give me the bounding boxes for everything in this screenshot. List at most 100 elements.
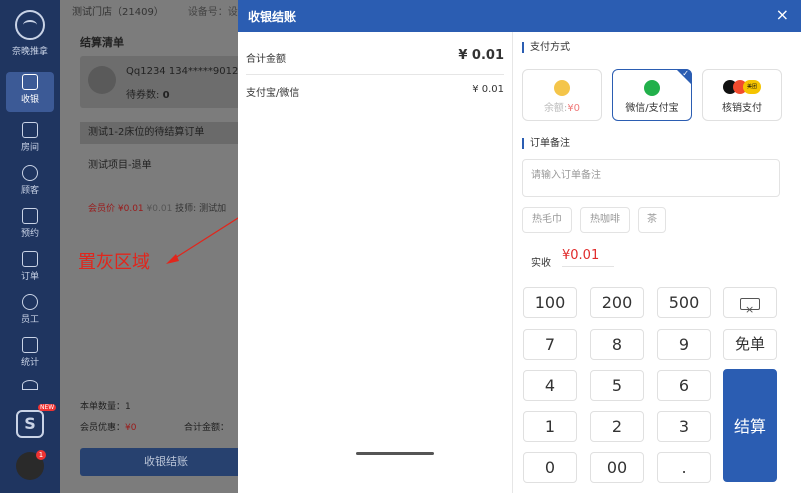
checkout-button: 收银结账 bbox=[80, 448, 252, 476]
key-00[interactable]: 00 bbox=[590, 452, 644, 483]
payment-panel: 支付方式 余额:¥0 ✓ 微信/支付宝 美团 核销支付 订单备注 热毛巾 热咖啡… bbox=[514, 32, 801, 493]
key-6[interactable]: 6 bbox=[657, 370, 711, 401]
section-title: 结算清单 bbox=[80, 36, 124, 49]
sidebar-item-label: 订单 bbox=[20, 272, 39, 282]
store-name: 测试门店（21409） bbox=[72, 7, 164, 18]
tool-icon bbox=[22, 380, 38, 390]
device-id: 设备号：设备 bbox=[187, 7, 240, 18]
backspace-icon bbox=[740, 295, 760, 324]
close-icon[interactable]: × bbox=[776, 6, 789, 24]
total-amount-row: 合计金额 ¥ 0.01 bbox=[246, 48, 504, 65]
balance-pay-button[interactable]: 余额:¥0 bbox=[522, 69, 602, 121]
settle-button[interactable]: 结算 bbox=[723, 369, 777, 482]
key-7[interactable]: 7 bbox=[523, 329, 577, 360]
wechat-alipay-label: 微信/支付宝 bbox=[625, 103, 679, 114]
sidebar-item-reservations[interactable]: 预约 bbox=[6, 206, 54, 246]
dialog-title: 收银结账 bbox=[248, 10, 297, 24]
total-amount-label: 合计金额 bbox=[246, 54, 286, 65]
greyed-background-page: 测试门店（21409） 设备号：设备 结算清单 Qq1234 134*****90… bbox=[60, 0, 252, 493]
pending-order-bar: 测试1-2床位的待结算订单 bbox=[80, 122, 252, 144]
order-remark-title: 订单备注 bbox=[522, 138, 570, 149]
notification-badge: 1 bbox=[36, 450, 46, 460]
sidebar-item-stats[interactable]: 统计 bbox=[6, 335, 54, 375]
member-discount: 会员优惠：¥0 bbox=[80, 423, 137, 433]
home-icon bbox=[22, 122, 38, 138]
quick-amount-200[interactable]: 200 bbox=[590, 287, 644, 318]
key-0[interactable]: 0 bbox=[523, 452, 577, 483]
scan-pay-icon bbox=[644, 80, 660, 96]
actual-received-label: 实收 bbox=[531, 258, 551, 269]
amount-summary: 合计金额 ¥ 0.01 支付宝/微信 ¥ 0.01 bbox=[238, 32, 513, 493]
sidebar-item-cashier[interactable]: 收银 bbox=[6, 72, 54, 112]
brand-name: 奈晚推拿 bbox=[11, 47, 48, 57]
key-2[interactable]: 2 bbox=[590, 411, 644, 442]
wechat-alipay-pay-button[interactable]: ✓ 微信/支付宝 bbox=[612, 69, 692, 121]
customer-card: Qq1234 134*****9012 待券数: 0 bbox=[80, 56, 252, 108]
quick-amount-100[interactable]: 100 bbox=[523, 287, 577, 318]
order-remark-input[interactable] bbox=[522, 159, 780, 197]
sidebar-item-label: 预约 bbox=[20, 229, 39, 239]
document-icon bbox=[22, 251, 38, 267]
sidebar-item-label: 收银 bbox=[20, 95, 39, 105]
store-header: 测试门店（21409） 设备号：设备 bbox=[60, 0, 240, 26]
checkout-dialog: 收银结账 × 合计金额 ¥ 0.01 支付宝/微信 ¥ 0.01 支付方式 余额… bbox=[238, 0, 801, 493]
sidebar-item-label: 顾客 bbox=[20, 186, 39, 196]
free-order-button[interactable]: 免单 bbox=[723, 329, 777, 360]
tag-tea[interactable]: 茶 bbox=[638, 207, 666, 233]
coin-icon bbox=[554, 80, 570, 96]
key-decimal[interactable]: . bbox=[657, 452, 711, 483]
payment-amount-row: 支付宝/微信 ¥ 0.01 bbox=[246, 84, 504, 99]
sidebar-item-rooms[interactable]: 房间 bbox=[6, 120, 54, 160]
payment-method-title: 支付方式 bbox=[522, 42, 570, 53]
key-5[interactable]: 5 bbox=[590, 370, 644, 401]
app-switch-icon[interactable]: S bbox=[16, 410, 44, 438]
brand-logo: 奈晚推拿 bbox=[0, 4, 60, 62]
divider bbox=[246, 74, 504, 75]
quick-amount-500[interactable]: 500 bbox=[657, 287, 711, 318]
sidebar-item-orders[interactable]: 订单 bbox=[6, 249, 54, 289]
key-1[interactable]: 1 bbox=[523, 411, 577, 442]
sidebar: 奈晚推拿 收银 房间 顾客 预约 订单 员工 统计 S NEW 1 bbox=[0, 0, 60, 493]
sidebar-item-staff[interactable]: 员工 bbox=[6, 292, 54, 332]
key-8[interactable]: 8 bbox=[590, 329, 644, 360]
writeoff-label: 核销支付 bbox=[722, 103, 762, 114]
logo-icon bbox=[15, 10, 45, 40]
balance-label: 余额: bbox=[543, 103, 568, 114]
customer-info: Qq1234 134*****9012 bbox=[126, 66, 239, 77]
new-badge: NEW bbox=[38, 404, 57, 411]
home-indicator bbox=[356, 452, 434, 455]
key-9[interactable]: 9 bbox=[657, 329, 711, 360]
dialog-header: 收银结账 × bbox=[238, 0, 801, 32]
tag-hot-coffee[interactable]: 热咖啡 bbox=[580, 207, 630, 233]
sidebar-item-customers[interactable]: 顾客 bbox=[6, 163, 54, 203]
annotation-label: 置灰区域 bbox=[78, 252, 150, 273]
chart-icon bbox=[22, 337, 38, 353]
sidebar-item-more[interactable] bbox=[6, 378, 54, 396]
payment-amount-label: 支付宝/微信 bbox=[246, 88, 300, 99]
backspace-button[interactable] bbox=[723, 287, 777, 324]
meituan-icon: 美团 bbox=[743, 80, 761, 94]
total-amount-value: ¥ 0.01 bbox=[458, 48, 504, 63]
key-4[interactable]: 4 bbox=[523, 370, 577, 401]
key-3[interactable]: 3 bbox=[657, 411, 711, 442]
sidebar-item-label: 房间 bbox=[20, 143, 39, 153]
monitor-icon bbox=[22, 74, 38, 90]
sidebar-item-label: 员工 bbox=[20, 315, 39, 325]
order-item-price: 会员价 ¥0.01 ¥0.01 技师: 测试加 bbox=[88, 204, 227, 214]
check-icon: ✓ bbox=[682, 69, 689, 78]
platform-icons: 美团 bbox=[703, 80, 781, 96]
people-icon bbox=[22, 294, 38, 310]
actual-received-value[interactable]: ¥0.01 bbox=[562, 248, 614, 267]
balance-amount: ¥0 bbox=[567, 103, 581, 114]
customer-avatar bbox=[88, 66, 116, 94]
order-total: 合计金额： bbox=[184, 423, 230, 433]
tag-hot-towel[interactable]: 热毛巾 bbox=[522, 207, 572, 233]
person-icon bbox=[22, 165, 38, 181]
sidebar-item-label: 统计 bbox=[20, 358, 39, 368]
order-quantity: 本单数量：1 bbox=[80, 402, 131, 412]
payment-amount-value: ¥ 0.01 bbox=[472, 84, 504, 95]
coupon-count: 待券数: 0 bbox=[126, 90, 170, 101]
writeoff-pay-button[interactable]: 美团 核销支付 bbox=[702, 69, 782, 121]
order-item-name: 测试项目-退单 bbox=[88, 160, 152, 171]
calendar-icon bbox=[22, 208, 38, 224]
